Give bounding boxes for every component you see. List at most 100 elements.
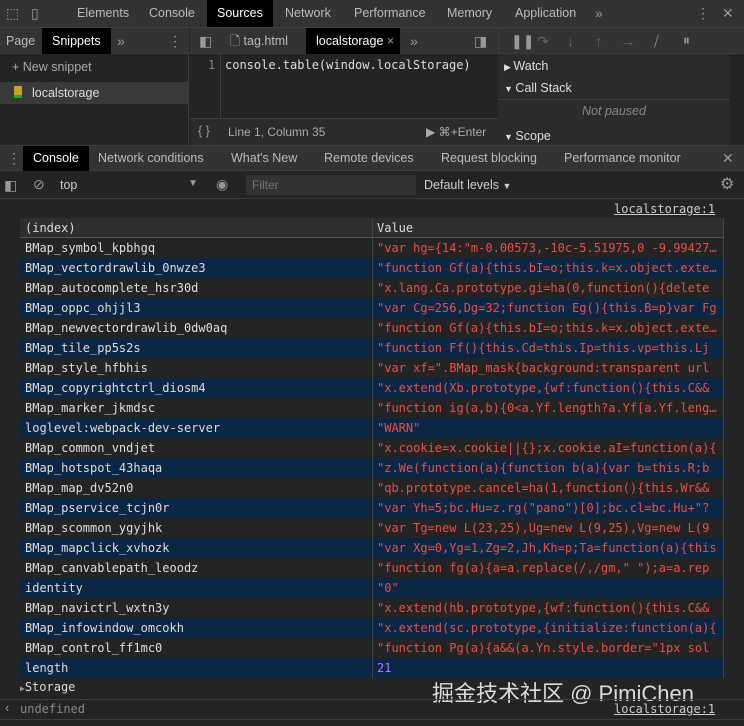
drawer-tab-console[interactable]: Console [23, 146, 89, 171]
deactivate-breakpoints-icon[interactable]: ⧸ [654, 34, 659, 48]
pretty-print-icon[interactable]: { } [198, 124, 210, 138]
more-tabs-icon[interactable]: » [117, 34, 125, 48]
new-snippet-button[interactable]: + New snippet [12, 60, 92, 74]
row-key: BMap_control_ff1mc0 [25, 641, 163, 655]
drawer-tab-network-conditions[interactable]: Network conditions [88, 146, 214, 171]
row-key: BMap_scommon_ygyjhk [25, 521, 163, 535]
sidebar-toggle-icon[interactable]: ◧ [4, 178, 17, 192]
row-key: BMap_tile_pp5s2s [25, 341, 141, 355]
source-link[interactable]: localstorage:1 [614, 202, 715, 216]
filter-input[interactable] [246, 175, 416, 195]
row-value: "var hg={14:"m-0.00573,-10c-5.51975,0 -9… [377, 241, 717, 255]
step-over-icon[interactable]: ↷ [537, 34, 549, 48]
row-value: "x.extend(Xb.prototype,{wf:function(){th… [377, 381, 710, 395]
step-icon[interactable]: → [621, 34, 635, 48]
run-snippet-button[interactable]: ▶ ⌘+Enter [426, 125, 486, 139]
more-tabs-icon[interactable]: » [410, 34, 418, 48]
column-header-value[interactable]: Value [377, 218, 717, 238]
row-key: loglevel:webpack-dev-server [25, 421, 221, 435]
drawer-tab-what-s-new[interactable]: What's New [221, 146, 307, 171]
file-icon: 🗋 [230, 34, 244, 48]
code-line[interactable]: console.table(window.localStorage) [225, 58, 471, 72]
drawer-tab-request-blocking[interactable]: Request blocking [431, 146, 547, 171]
row-key: BMap_vectordrawlib_0nwze3 [25, 261, 206, 275]
clear-console-icon[interactable]: ⊘ [33, 177, 45, 191]
tab-network[interactable]: Network [275, 0, 341, 27]
step-out-icon[interactable]: ↑ [595, 34, 602, 48]
pause-on-exceptions-icon[interactable]: ⏸ [683, 33, 690, 47]
dropdown-arrow-icon: ▼ [188, 178, 198, 189]
expand-icon: ▶ [504, 62, 514, 72]
row-key: BMap_common_vndjet [25, 441, 156, 455]
not-paused-text: Not paused [498, 100, 730, 124]
result-value: undefined [20, 702, 86, 716]
close-drawer-icon[interactable]: ✕ [722, 151, 734, 165]
row-value: "var Cg=256,Dg=32;function Eg(){this.B=p… [377, 301, 717, 315]
drawer-menu-icon[interactable]: ⋮ [7, 151, 21, 165]
close-devtools-icon[interactable]: ✕ [722, 6, 734, 20]
drawer-tab-remote-devices[interactable]: Remote devices [314, 146, 424, 171]
tab-elements[interactable]: Elements [67, 0, 139, 27]
snippet-item[interactable]: localstorage [0, 82, 188, 104]
drawer-tabbar: ⋮ Console Network conditions What's New Rem… [0, 145, 744, 171]
more-tabs-icon[interactable]: » [595, 6, 603, 20]
pause-icon[interactable]: ❚❚ [511, 34, 534, 48]
row-value: "0" [377, 581, 399, 595]
watch-section[interactable]: ▶ Watch [498, 54, 730, 78]
tab-page[interactable]: Page [0, 28, 45, 54]
row-value: "z.We(function(a){function b(a){var b=th… [377, 461, 710, 475]
row-value: "function Gf(a){this.bI=o;this.k=x.objec… [377, 261, 717, 275]
step-into-icon[interactable]: ↓ [567, 34, 574, 48]
log-levels-dropdown[interactable]: Default levels ▼ [424, 178, 511, 192]
row-value: "x.lang.Ca.prototype.gi=ha(0,function(){… [377, 281, 710, 295]
row-value: "function ig(a,b){0<a.Yf.length?a.Yf[a.Y… [377, 401, 717, 415]
toggle-navigator-icon[interactable]: ◧ [199, 34, 212, 48]
row-key: BMap_pservice_tcjn0r [25, 501, 170, 515]
editor-tab-tag-html[interactable]: 🗋 tag.html [220, 28, 298, 54]
row-value: "var Tg=new L(23,25),Ug=new L(9,25),Vg=n… [377, 521, 710, 535]
row-key: BMap_marker_jkmdsc [25, 401, 156, 415]
kebab-menu-icon[interactable]: ⋮ [696, 6, 710, 20]
row-key: BMap_canvablepath_leoodz [25, 561, 199, 575]
row-value: "var Yh=5;bc.Hu=z.rg("pano")[0];bc.cl=bc… [377, 501, 710, 515]
toggle-debugger-icon[interactable]: ◨ [474, 34, 487, 48]
row-value: "var xf=".BMap_mask{background:transpare… [377, 361, 710, 375]
row-value: "x.extend(hb.prototype,{wf:function(){th… [377, 601, 710, 615]
tab-snippets[interactable]: Snippets [42, 28, 111, 54]
row-key: BMap_infowindow_omcokh [25, 621, 184, 635]
editor-tab-localstorage[interactable]: localstorage × [306, 28, 401, 54]
storage-prototype-toggle[interactable]: ▶Storage [20, 680, 75, 694]
call-stack-section[interactable]: ▼ Call Stack [498, 76, 730, 100]
editor-panel: ◧ 🗋 tag.html localstorage × » ◨ 1 consol… [190, 28, 498, 145]
row-key: BMap_navictrl_wxtn3y [25, 601, 170, 615]
device-toggle-icon[interactable]: ▯ [31, 6, 39, 20]
snippet-file-icon [14, 86, 22, 98]
row-value: "x.cookie=x.cookie||{};x.cookie.aI=funct… [377, 441, 717, 455]
tab-performance[interactable]: Performance [344, 0, 436, 27]
collapse-icon: ▼ [504, 84, 516, 94]
row-key: BMap_oppc_ohjjl3 [25, 301, 141, 315]
result-source-link[interactable]: localstorage:1 [614, 702, 715, 716]
eye-icon[interactable]: ◉ [216, 177, 228, 191]
row-value: "function fg(a){a=a.replace(/,/gm," ");a… [377, 561, 710, 575]
settings-gear-icon[interactable]: ⚙ [720, 177, 734, 193]
context-select[interactable]: top ▼ [60, 178, 200, 192]
kebab-menu-icon[interactable]: ⋮ [168, 34, 182, 48]
column-header-index[interactable]: (index) [25, 218, 370, 238]
cursor-position: Line 1, Column 35 [228, 125, 326, 139]
tab-application[interactable]: Application [505, 0, 586, 27]
row-value: "function Pg(a){a&&(a.Yn.style.border="1… [377, 641, 710, 655]
row-key: BMap_style_hfbhis [25, 361, 148, 375]
row-value: "qb.prototype.cancel=ha(1,function(){thi… [377, 481, 710, 495]
close-tab-icon[interactable]: × [387, 34, 394, 48]
row-value: "var Xg=0,Yg=1,Zg=2,Jh,Kh=p;Ta=function(… [377, 541, 717, 555]
row-value: "WARN" [377, 421, 421, 435]
tab-sources[interactable]: Sources [207, 0, 273, 27]
drawer-tab-performance-monitor[interactable]: Performance monitor [554, 146, 691, 171]
collapse-icon: ▼ [504, 132, 516, 142]
tab-console[interactable]: Console [139, 0, 205, 27]
row-key: BMap_mapclick_xvhozk [25, 541, 170, 555]
row-key: length [25, 661, 69, 675]
inspect-element-icon[interactable]: ⬚ [6, 6, 19, 20]
tab-memory[interactable]: Memory [437, 0, 502, 27]
